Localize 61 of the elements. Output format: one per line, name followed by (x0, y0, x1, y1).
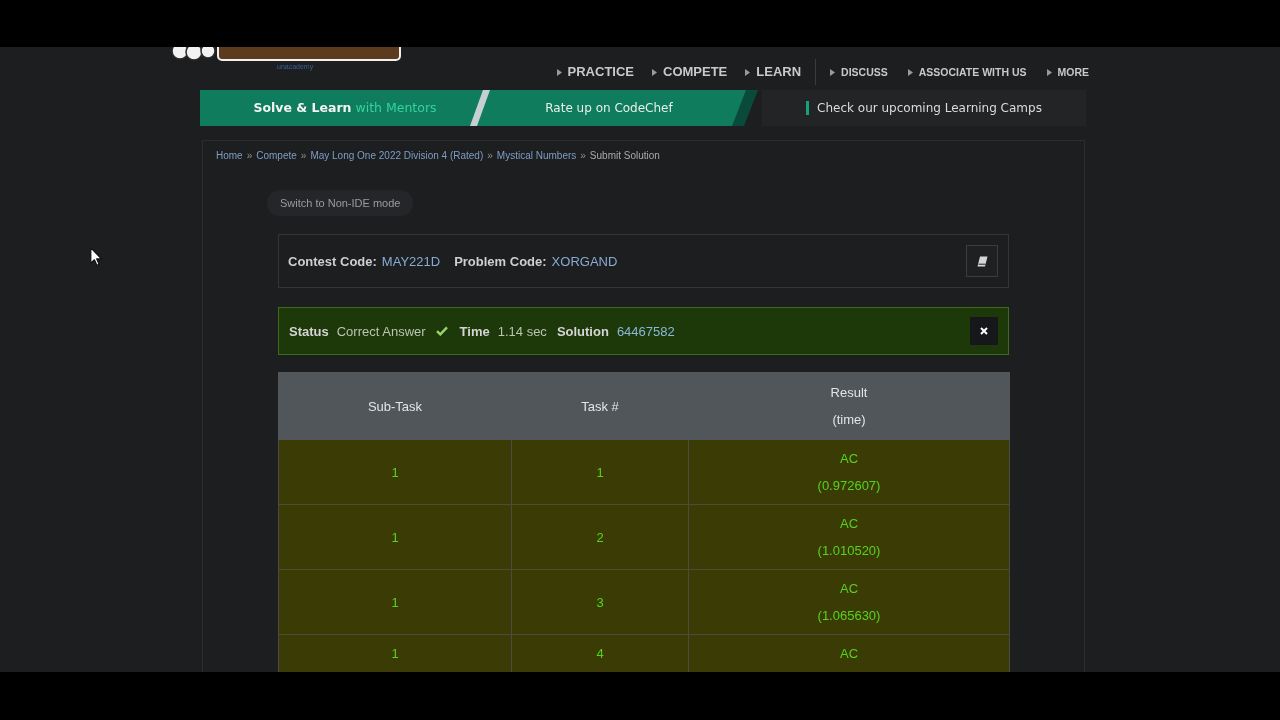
marker-icon (806, 101, 810, 115)
field-value: Correct Answer (336, 323, 426, 339)
triangle-icon (745, 68, 751, 76)
breadcrumb-separator: » (300, 149, 307, 162)
result-verdict: AC (838, 515, 860, 533)
book-button[interactable] (966, 245, 998, 277)
logo-icon (170, 47, 402, 62)
table-cell: 2 (511, 504, 689, 570)
result-time: (1.010520) (816, 542, 882, 560)
column-title: Task # (580, 397, 620, 416)
nav-link[interactable]: MORE (1046, 65, 1089, 79)
field-value: MAY221D (381, 253, 441, 269)
table-cell: 3 (511, 569, 689, 635)
cursor-icon (90, 247, 102, 266)
mode-switch-button[interactable]: Switch to Non-IDE mode (267, 190, 414, 216)
triangle-icon (556, 68, 562, 76)
table-cell: 1 (278, 439, 512, 505)
field-label: Solution (556, 323, 609, 339)
banner-link[interactable]: Solve & Learn with Mentors (200, 90, 470, 126)
breadcrumb-separator: » (580, 149, 586, 162)
breadcrumb-separator: » (246, 149, 253, 162)
triangle-icon (652, 68, 657, 76)
result-verdict: AC (838, 645, 860, 663)
triangle-icon (907, 68, 913, 76)
result-verdict: AC (838, 580, 860, 598)
table-cell: 1 (278, 504, 512, 570)
triangle-icon (830, 68, 836, 76)
field-value: XORGAND (551, 253, 618, 269)
breadcrumb-separator: » (487, 149, 493, 162)
breadcrumb-current: Submit Solution (589, 149, 660, 162)
book-icon (976, 255, 988, 267)
field-label: Problem Code: (454, 253, 547, 269)
table-cell: 1 (278, 569, 512, 635)
triangle-icon (1046, 68, 1052, 76)
field-value: 1.14 sec (497, 323, 547, 339)
banner-link[interactable]: Rate up on CodeChef (490, 90, 758, 126)
result-verdict: AC (838, 450, 860, 468)
field-label: Contest Code: (288, 253, 377, 269)
column-subtitle: (time) (831, 411, 867, 429)
nav-link[interactable]: LEARN (745, 65, 802, 79)
breadcrumb-link[interactable]: May Long One 2022 Division 4 (Rated) (310, 149, 484, 162)
nav-link[interactable]: DISCUSS (830, 65, 888, 79)
result-time: (1.065630) (816, 607, 882, 625)
table-cell: 4 (511, 634, 689, 672)
nav-link[interactable]: PRACTICE (556, 65, 634, 79)
solution-link[interactable]: 64467582 (616, 323, 675, 339)
nav-link[interactable]: ASSOCIATE WITH US (907, 65, 1027, 79)
check-icon (435, 326, 448, 336)
table-cell: 1 (511, 439, 689, 505)
table-cell: 1 (278, 634, 512, 672)
column-title: Sub-Task (366, 397, 424, 416)
breadcrumb-link[interactable]: Home (216, 149, 243, 162)
close-icon (980, 327, 988, 335)
column-title: Result (829, 384, 869, 402)
result-time: (0.972607) (816, 477, 882, 495)
breadcrumb-link[interactable]: Mystical Numbers (496, 149, 577, 162)
field-label: Time (459, 323, 490, 339)
breadcrumb-link[interactable]: Compete (256, 149, 297, 162)
nav-link[interactable]: COMPETE (652, 65, 728, 79)
close-button[interactable] (970, 317, 998, 345)
field-label: Status (289, 323, 329, 339)
